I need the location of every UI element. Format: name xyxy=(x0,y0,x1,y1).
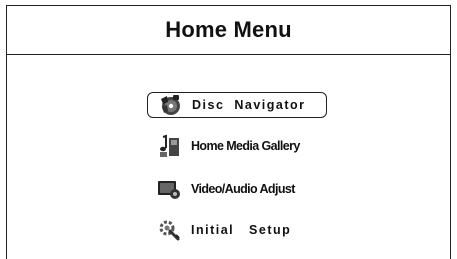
disc-navigator-icon xyxy=(158,93,182,117)
media-gallery-icon xyxy=(157,134,181,158)
menu-item-disc-navigator[interactable]: Disc Navigator xyxy=(147,92,327,118)
menu-item-label: Home Media Gallery xyxy=(191,139,300,153)
menu-item-label: Video/Audio Adjust xyxy=(191,182,295,196)
menu-item-home-media-gallery[interactable]: Home Media Gallery xyxy=(147,133,327,159)
home-menu-list: Disc Navigator Home Media Gallery Video/… xyxy=(7,6,450,259)
setup-wrench-icon xyxy=(157,218,181,242)
menu-item-video-audio-adjust[interactable]: Video/Audio Adjust xyxy=(147,176,327,202)
menu-item-initial-setup[interactable]: Initial Setup xyxy=(147,217,327,243)
video-audio-icon xyxy=(157,177,181,201)
menu-item-label: Disc Navigator xyxy=(192,98,306,112)
menu-item-label: Initial Setup xyxy=(191,223,292,237)
home-menu-frame: Home Menu Disc Navigator Home Media Gall… xyxy=(6,5,451,259)
